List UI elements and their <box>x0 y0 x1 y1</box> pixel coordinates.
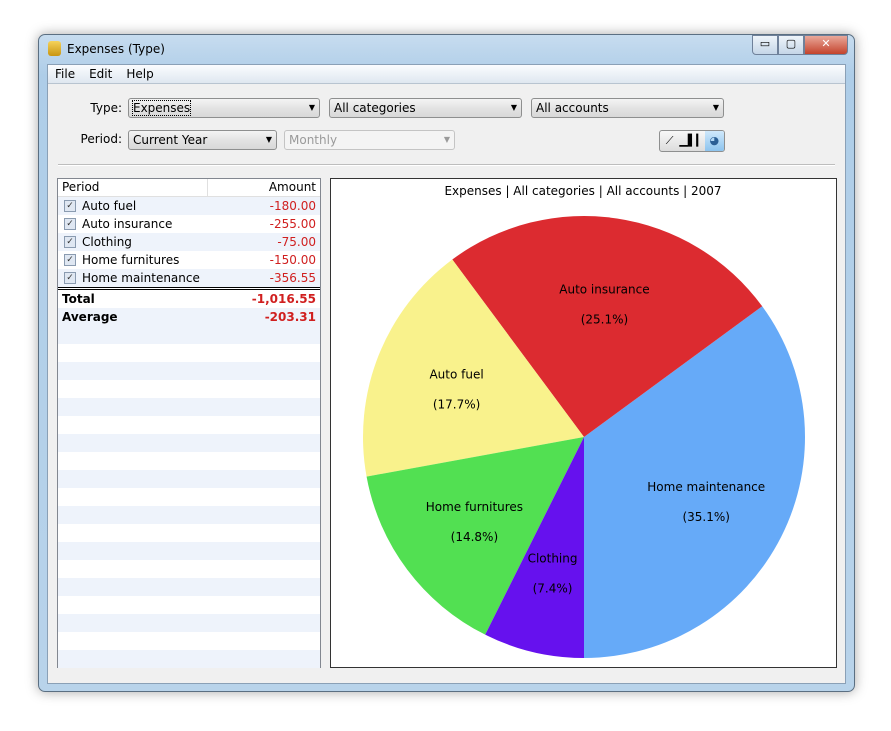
minimize-button[interactable]: ▭ <box>752 35 778 55</box>
empty-row <box>58 470 320 488</box>
row-checkbox[interactable]: ✓ <box>64 200 76 212</box>
slice-label: Clothing <box>528 551 578 565</box>
chevron-down-icon: ▼ <box>265 135 272 144</box>
empty-row <box>58 398 320 416</box>
pie-chart: Expenses | All categories | All accounts… <box>330 178 837 668</box>
row-label: Home maintenance <box>82 271 200 285</box>
data-table: Period Amount ✓ Auto fuel -180.00 ✓ Auto ins… <box>57 178 321 668</box>
menu-file[interactable]: File <box>48 65 82 83</box>
table-row: ✓ Home maintenance -356.55 <box>58 269 320 287</box>
slice-percent: (17.7%) <box>433 398 480 412</box>
app-icon <box>48 41 61 56</box>
empty-row <box>58 596 320 614</box>
empty-row <box>58 380 320 398</box>
total-amount: -1,016.55 <box>251 292 316 306</box>
type-select[interactable]: Expenses ▼ <box>128 98 320 118</box>
slice-label: Home maintenance <box>647 480 765 494</box>
chart-title: Expenses | All categories | All accounts… <box>444 184 721 198</box>
average-label: Average <box>62 310 118 324</box>
window-title: Expenses (Type) <box>67 42 165 56</box>
maximize-button[interactable]: ▢ <box>778 35 804 55</box>
column-header-amount[interactable]: Amount <box>208 179 320 196</box>
slice-percent: (7.4%) <box>533 581 573 595</box>
row-amount: -255.00 <box>269 217 316 231</box>
period-value: Current Year <box>133 133 208 147</box>
empty-row <box>58 542 320 560</box>
account-select[interactable]: All accounts ▼ <box>531 98 724 118</box>
interval-value: Monthly <box>289 133 338 147</box>
row-amount: -75.00 <box>277 235 316 249</box>
empty-row <box>58 362 320 380</box>
slice-label: Auto insurance <box>559 283 649 297</box>
row-label: Auto insurance <box>82 217 173 231</box>
row-label: Clothing <box>82 235 132 249</box>
empty-row <box>58 614 320 632</box>
empty-row <box>58 506 320 524</box>
slice-label: Auto fuel <box>429 368 483 382</box>
slice-percent: (25.1%) <box>581 313 628 327</box>
empty-row <box>58 488 320 506</box>
type-label: Type: <box>90 101 122 115</box>
interval-select: Monthly ▼ <box>284 130 455 150</box>
period-label: Period: <box>80 132 122 146</box>
total-label: Total <box>62 292 95 306</box>
bar-chart-icon[interactable]: ▁▌▎ <box>679 131 704 151</box>
row-label: Home furnitures <box>82 253 180 267</box>
slice-percent: (14.8%) <box>451 530 498 544</box>
chart-type-toggle: ⟋ ▁▌▎ ◕ <box>659 130 725 152</box>
row-amount: -356.55 <box>269 271 316 285</box>
empty-row <box>58 560 320 578</box>
row-checkbox[interactable]: ✓ <box>64 272 76 284</box>
empty-row <box>58 524 320 542</box>
category-select[interactable]: All categories ▼ <box>329 98 522 118</box>
column-header-period[interactable]: Period <box>58 179 208 196</box>
menu-edit[interactable]: Edit <box>82 65 119 83</box>
category-value: All categories <box>334 101 416 115</box>
account-value: All accounts <box>536 101 609 115</box>
empty-row <box>58 416 320 434</box>
empty-row <box>58 578 320 596</box>
empty-row <box>58 452 320 470</box>
table-row: ✓ Auto fuel -180.00 <box>58 197 320 215</box>
line-chart-icon[interactable]: ⟋ <box>660 131 679 151</box>
type-value: Expenses <box>131 100 192 116</box>
table-row: ✓ Clothing -75.00 <box>58 233 320 251</box>
row-checkbox[interactable]: ✓ <box>64 218 76 230</box>
empty-row <box>58 344 320 362</box>
empty-row <box>58 632 320 650</box>
menu-bar: File Edit Help <box>48 65 845 84</box>
slice-percent: (35.1%) <box>682 510 729 524</box>
empty-row <box>58 434 320 452</box>
slice-label: Home furnitures <box>426 500 523 514</box>
close-button[interactable]: ✕ <box>804 35 848 55</box>
divider <box>58 164 835 166</box>
row-label: Auto fuel <box>82 199 137 213</box>
chevron-down-icon: ▼ <box>712 103 719 112</box>
chevron-down-icon: ▼ <box>308 103 315 112</box>
average-amount: -203.31 <box>264 310 316 324</box>
window: Expenses (Type) ▭ ▢ ✕ File Edit Help Typ… <box>38 34 855 692</box>
period-select[interactable]: Current Year ▼ <box>128 130 277 150</box>
row-checkbox[interactable]: ✓ <box>64 236 76 248</box>
chevron-down-icon: ▼ <box>443 135 450 144</box>
empty-row <box>58 650 320 668</box>
row-checkbox[interactable]: ✓ <box>64 254 76 266</box>
empty-row <box>58 326 320 344</box>
pie-chart-icon[interactable]: ◕ <box>704 131 724 151</box>
menu-help[interactable]: Help <box>119 65 160 83</box>
row-amount: -180.00 <box>269 199 316 213</box>
chevron-down-icon: ▼ <box>510 103 517 112</box>
pie-chart-svg: Expenses | All categories | All accounts… <box>362 184 805 658</box>
row-amount: -150.00 <box>269 253 316 267</box>
table-row: ✓ Auto insurance -255.00 <box>58 215 320 233</box>
table-row: ✓ Home furnitures -150.00 <box>58 251 320 269</box>
